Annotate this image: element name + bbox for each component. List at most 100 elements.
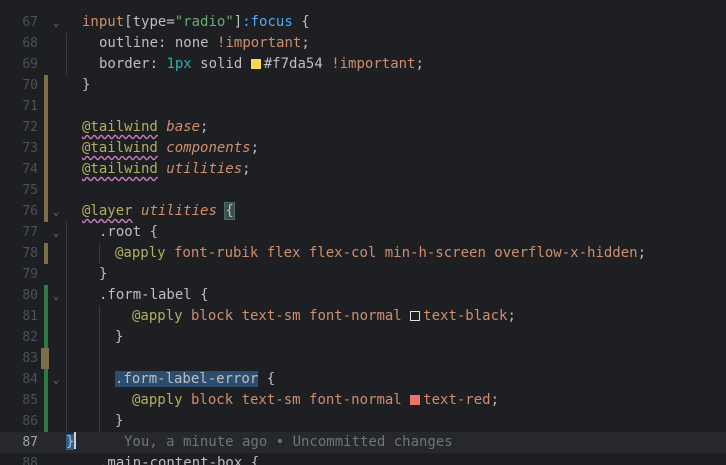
code-line: 86 } (0, 411, 726, 432)
vcs-modified-marker[interactable] (44, 117, 48, 138)
color-swatch-icon[interactable] (410, 395, 421, 405)
line-number: 87 (22, 435, 38, 450)
code-text[interactable]: } (82, 75, 90, 96)
code-line: 85 @apply block text-sm font-normal text… (0, 390, 726, 411)
line-number: 71 (22, 99, 38, 114)
code-line: 84 ⌄ .form-label-error { (0, 369, 726, 390)
fold-chevron-icon[interactable]: ⌄ (50, 201, 62, 222)
vcs-modified-marker[interactable] (44, 75, 48, 96)
vcs-modified-marker[interactable] (44, 180, 48, 201)
at-rule-token: @tailwind (82, 140, 158, 156)
code-text[interactable]: outline: none !important; (99, 33, 310, 54)
code-line: 70 } (0, 75, 726, 96)
code-text[interactable]: } (66, 432, 77, 453)
code-text[interactable]: .form-label-error { (115, 369, 275, 390)
class-selector-token: .root (99, 224, 142, 240)
code-line: 88 .main-content-box { (0, 453, 726, 465)
code-line: 69 border: 1px solid #f7da54 !important; (0, 54, 726, 75)
line-number: 66 (0, 0, 38, 5)
code-text[interactable]: @apply block text-sm font-normal text-re… (132, 390, 499, 411)
code-text[interactable]: @tailwind base; (82, 117, 208, 138)
utility-classes-token: block text-sm font-normal (182, 392, 411, 408)
value-token: : none (158, 35, 218, 51)
code-text[interactable]: .root { (99, 222, 158, 243)
property-token: outline (99, 35, 159, 51)
code-line: 73 @tailwind components; (0, 138, 726, 159)
brace-token: { (258, 371, 276, 387)
vcs-added-marker[interactable] (44, 327, 48, 348)
code-line: 68 outline: none !important; (0, 33, 726, 54)
vcs-modified-marker[interactable] (41, 348, 49, 369)
vcs-modified-marker[interactable] (44, 96, 48, 117)
fold-chevron-icon[interactable]: ⌄ (50, 12, 62, 33)
code-text[interactable]: .main-content-box { (99, 453, 259, 465)
code-text[interactable]: } (99, 264, 107, 285)
code-line: 81 @apply block text-sm font-normal text… (0, 306, 726, 327)
matched-brace-token: { (224, 202, 235, 220)
equals-token: = (166, 14, 175, 30)
pseudo-class-token: :focus (242, 14, 293, 30)
bracket-token: ] (233, 14, 243, 30)
line-number: 76 (22, 204, 38, 219)
code-text[interactable]: @tailwind utilities; (82, 159, 251, 180)
code-line: 78 @apply font-rubik flex flex-col min-h… (0, 243, 726, 264)
vcs-modified-marker[interactable] (44, 201, 48, 222)
line-number: 85 (22, 393, 38, 408)
code-editor[interactable]: 66 67 ⌄ input[type="radio"]:focus { 68 o… (0, 0, 726, 465)
code-line: 82 } (0, 327, 726, 348)
line-number: 70 (22, 78, 38, 93)
at-rule-token: @layer (82, 203, 133, 219)
code-text[interactable]: border: 1px solid #f7da54 !important; (99, 54, 424, 75)
code-text[interactable]: input[type="radio"]:focus { (82, 12, 310, 33)
indent-guide (66, 33, 67, 75)
text-caret (74, 432, 77, 449)
code-text[interactable]: @apply block text-sm font-normal text-bl… (132, 306, 516, 327)
code-text[interactable]: @tailwind components; (82, 138, 259, 159)
brace-token: } (115, 329, 124, 345)
utility-class-token: text-black (423, 308, 508, 324)
code-line: 80 ⌄ .form-label { (0, 285, 726, 306)
class-selector-token: .form-label (99, 287, 192, 303)
line-number: 75 (22, 183, 38, 198)
important-token: !important (322, 56, 416, 72)
vcs-added-marker[interactable] (44, 306, 48, 327)
semicolon-token: ; (507, 308, 516, 324)
git-blame-hint[interactable]: You, a minute ago • Uncommitted changes (124, 432, 453, 453)
colon-token: : (149, 56, 167, 72)
string-token: "radio" (174, 14, 234, 30)
utility-classes-token: block text-sm font-normal (182, 308, 411, 324)
color-swatch-icon[interactable] (250, 59, 261, 69)
line-number: 74 (22, 162, 38, 177)
fold-chevron-icon[interactable]: ⌄ (50, 285, 62, 306)
apply-directive-token: @apply (132, 308, 183, 324)
code-text[interactable]: @apply font-rubik flex flex-col min-h-sc… (115, 243, 646, 264)
vcs-added-marker[interactable] (44, 411, 48, 432)
line-number: 78 (22, 246, 38, 261)
line-number: 73 (22, 141, 38, 156)
color-swatch-icon[interactable] (410, 311, 421, 321)
utility-class-token: text-red (423, 392, 491, 408)
value-token: components (166, 140, 251, 156)
indent-guide (66, 222, 67, 432)
vcs-modified-marker[interactable] (44, 243, 48, 264)
semicolon-token: ; (637, 245, 647, 261)
code-text[interactable]: } (115, 327, 123, 348)
semicolon-token: ; (242, 161, 251, 177)
indent-guide (99, 243, 100, 264)
code-text[interactable]: @layer utilities { (82, 201, 235, 222)
code-text[interactable]: .form-label { (99, 285, 209, 306)
vcs-added-marker[interactable] (44, 369, 48, 390)
code-line: 72 @tailwind base; (0, 117, 726, 138)
vcs-added-marker[interactable] (44, 390, 48, 411)
line-number: 83 (22, 351, 38, 366)
code-line: 67 ⌄ input[type="radio"]:focus { (0, 12, 726, 33)
brace-token: { (292, 14, 310, 30)
fold-chevron-icon[interactable]: ⌄ (50, 222, 62, 243)
vcs-modified-marker[interactable] (44, 159, 48, 180)
vcs-modified-marker[interactable] (44, 138, 48, 159)
line-number: 69 (22, 57, 38, 72)
vcs-added-marker[interactable] (44, 285, 48, 306)
fold-chevron-icon[interactable]: ⌄ (50, 369, 62, 390)
code-text[interactable]: } (115, 411, 123, 432)
line-number: 68 (22, 36, 38, 51)
